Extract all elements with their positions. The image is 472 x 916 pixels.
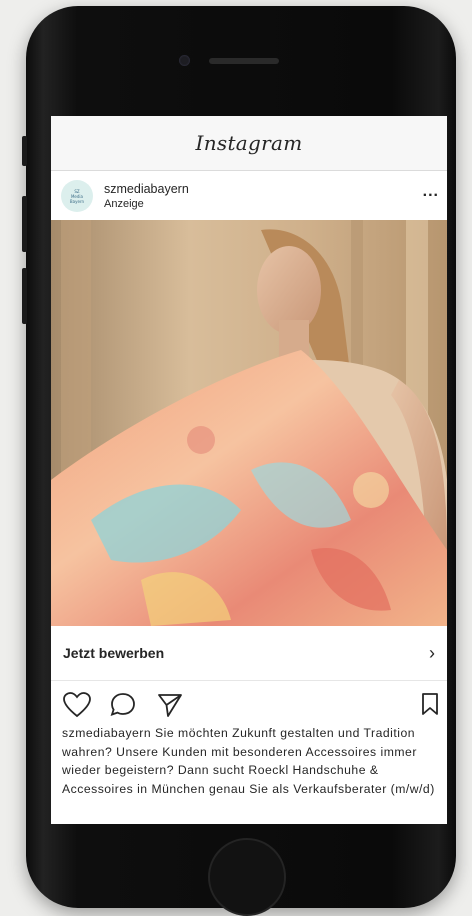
home-button[interactable] [208,838,286,916]
mute-switch [22,136,27,166]
heart-icon[interactable] [63,692,91,723]
comment-icon[interactable] [109,692,137,723]
caption-username[interactable]: szmediabayern [62,726,151,740]
volume-down-button [22,268,27,324]
post-image[interactable] [51,220,447,626]
call-to-action-bar[interactable]: Jetzt bewerben › [51,626,447,681]
avatar-text-3: Bayern [69,198,85,204]
chevron-right-icon: › [429,642,435,663]
avatar[interactable]: SZ Media Bayern [61,180,93,212]
post-header: SZ Media Bayern szmediabayern Anzeige ..… [51,171,447,221]
instagram-logo[interactable]: Instagram [196,131,303,155]
volume-up-button [22,196,27,252]
more-options-icon[interactable]: ... [423,183,439,201]
earpiece-speaker [209,58,279,64]
cta-label: Jetzt bewerben [63,645,165,661]
app-header: Instagram [51,116,447,171]
bookmark-icon[interactable] [421,692,439,721]
post-caption: szmediabayern Sie möchten Zukunft gestal… [62,724,442,798]
instagram-screen: Instagram SZ Media Bayern szmediabayern … [51,116,447,824]
action-bar [51,682,447,728]
sponsored-label: Anzeige [104,198,144,210]
username[interactable]: szmediabayern [104,182,189,196]
front-camera [179,55,190,66]
send-icon[interactable] [157,692,183,723]
post-author-block: szmediabayern Anzeige [104,182,189,210]
post-image-graphic [51,220,447,626]
